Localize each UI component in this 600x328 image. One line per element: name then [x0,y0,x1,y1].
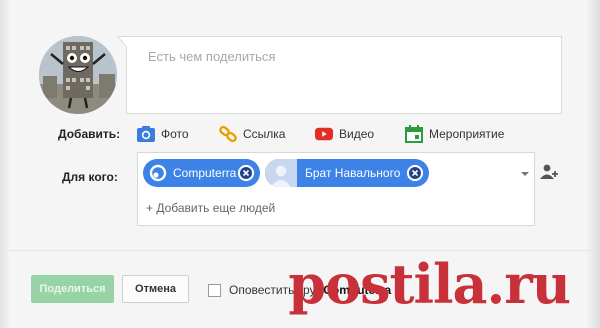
chip-computerra-remove-icon[interactable] [238,165,254,181]
avatar-image [39,36,117,114]
attach-event-label: Мероприятие [429,127,505,141]
dialog-shadow-right [586,0,600,328]
watermark-logo: postila.ru [288,252,571,316]
avatar [39,36,117,114]
attach-video-label: Видео [339,127,375,141]
notify-checkbox[interactable] [208,283,221,297]
camera-icon [137,125,155,143]
chip-brat-navalnogo[interactable]: Брат Навального [265,159,429,187]
chip-brat-navalnogo-label: Брат Навального [305,166,401,180]
footer-divider [0,250,600,251]
attach-video-button[interactable]: Видео [315,125,374,143]
attach-photo-label: Фото [161,127,189,141]
chip-computerra[interactable]: Computerra [143,159,260,187]
attach-link-label: Ссылка [243,127,286,141]
compose-tail-inner [119,37,127,47]
dialog-shadow-left [0,0,10,328]
attach-link-button[interactable]: Ссылка [219,125,285,143]
compose-placeholder: Есть чем поделиться [148,49,276,64]
cancel-button[interactable]: Отмена [122,275,189,303]
attach-photo-button[interactable]: Фото [137,125,189,143]
share-button[interactable]: Поделиться [31,275,114,303]
chevron-down-icon[interactable] [521,172,529,176]
compose-input[interactable] [126,36,562,114]
add-person-icon[interactable] [540,163,558,181]
chip-computerra-label: Computerra [173,166,237,180]
person-avatar-icon [265,159,297,187]
circles-icon [148,163,168,183]
attach-label: Добавить: [58,127,121,141]
youtube-icon [315,125,333,143]
attach-event-button[interactable]: Мероприятие [405,125,504,143]
calendar-icon [405,125,423,143]
add-more-people-link[interactable]: + Добавить еще людей [146,201,275,215]
audience-label: Для кого: [62,170,118,184]
chip-brat-navalnogo-remove-icon[interactable] [407,165,423,181]
link-icon [219,125,237,143]
